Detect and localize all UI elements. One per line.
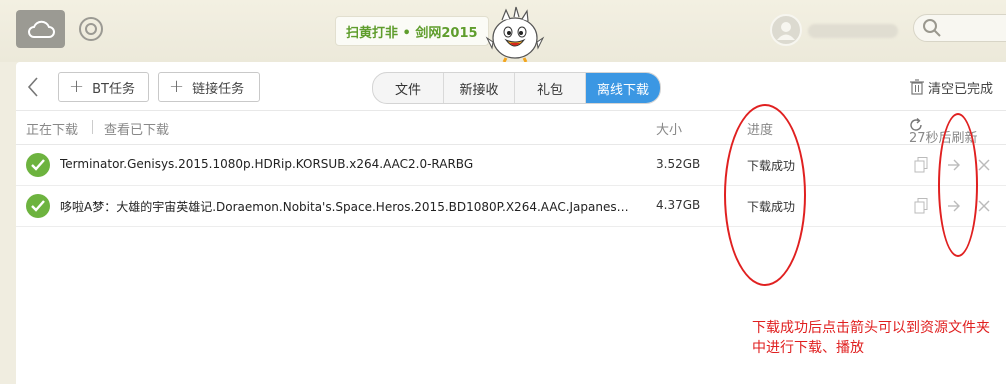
avatar[interactable] [770, 14, 802, 46]
header-divider [92, 120, 93, 134]
file-name: 哆啦A梦：大雄的宇宙英雄记.Doraemon.Nobita's.Space.He… [60, 200, 630, 214]
clear-completed-button[interactable]: 清空已完成 [910, 77, 993, 97]
arrow-right-icon[interactable] [945, 197, 963, 215]
check-icon [26, 153, 50, 177]
size-column-header: 大小 [656, 123, 683, 138]
username-placeholder [808, 24, 898, 38]
tab-offline-download[interactable]: 离线下载 [586, 73, 660, 103]
circle-icon [79, 17, 103, 41]
copy-icon[interactable] [912, 156, 930, 174]
downloading-link[interactable]: 正在下载 [26, 119, 78, 138]
arrow-right-icon[interactable] [945, 156, 963, 174]
top-bar: 扫黄打非 • 剑网2015 [0, 0, 1006, 62]
mascot-icon [485, 6, 545, 62]
table-row[interactable]: Terminator.Genisys.2015.1080p.HDRip.KORS… [16, 145, 1006, 186]
download-status: 下载成功 [747, 200, 796, 214]
bt-task-button[interactable]: + BT任务 [58, 72, 149, 102]
plus-icon: + [169, 76, 185, 97]
tab-bar: 文件 新接收 礼包 离线下载 [372, 72, 661, 104]
file-name: Terminator.Genisys.2015.1080p.HDRip.KORS… [60, 157, 474, 171]
search-icon[interactable] [922, 18, 942, 38]
search-input[interactable] [913, 14, 1006, 42]
avatar-icon [777, 22, 795, 40]
check-icon [26, 194, 50, 218]
close-icon[interactable] [975, 197, 993, 215]
close-icon[interactable] [975, 156, 993, 174]
link-task-label: 链接任务 [192, 81, 245, 97]
clear-completed-label: 清空已完成 [928, 81, 994, 97]
file-size: 3.52GB [656, 157, 701, 171]
link-task-button[interactable]: + 链接任务 [158, 72, 260, 102]
tab-gift-pack[interactable]: 礼包 [515, 73, 586, 103]
circle-button[interactable] [75, 13, 107, 45]
refresh-button[interactable]: 27秒后刷新 [909, 118, 978, 146]
plus-icon: + [69, 76, 85, 97]
chevron-left-icon [27, 77, 38, 97]
list-header: 正在下载 查看已下载 大小 进度 27秒后刷新 [16, 110, 1006, 146]
bt-task-label: BT任务 [92, 81, 135, 97]
cloud-button[interactable] [16, 10, 65, 48]
progress-column-header: 进度 [747, 123, 774, 138]
trash-icon [910, 79, 924, 95]
tab-files[interactable]: 文件 [373, 73, 444, 103]
toolbar: + BT任务 + 链接任务 文件 新接收 礼包 离线下载 清空已完成 [16, 62, 1006, 111]
view-downloaded-link[interactable]: 查看已下载 [104, 119, 169, 138]
copy-icon[interactable] [912, 197, 930, 215]
back-button[interactable] [22, 74, 44, 100]
table-row[interactable]: 哆啦A梦：大雄的宇宙英雄记.Doraemon.Nobita's.Space.He… [16, 186, 1006, 227]
refresh-countdown: 27秒后刷新 [909, 131, 978, 146]
download-status: 下载成功 [747, 159, 796, 173]
cloud-icon [27, 20, 55, 38]
annotation-text: 下载成功后点击箭头可以到资源文件夹中进行下载、播放 [752, 320, 990, 356]
promo-text: 扫黄打非 • 剑网2015 [346, 25, 478, 41]
file-size: 4.37GB [656, 198, 701, 212]
tab-new-received[interactable]: 新接收 [444, 73, 515, 103]
promo-banner[interactable]: 扫黄打非 • 剑网2015 [335, 16, 489, 46]
